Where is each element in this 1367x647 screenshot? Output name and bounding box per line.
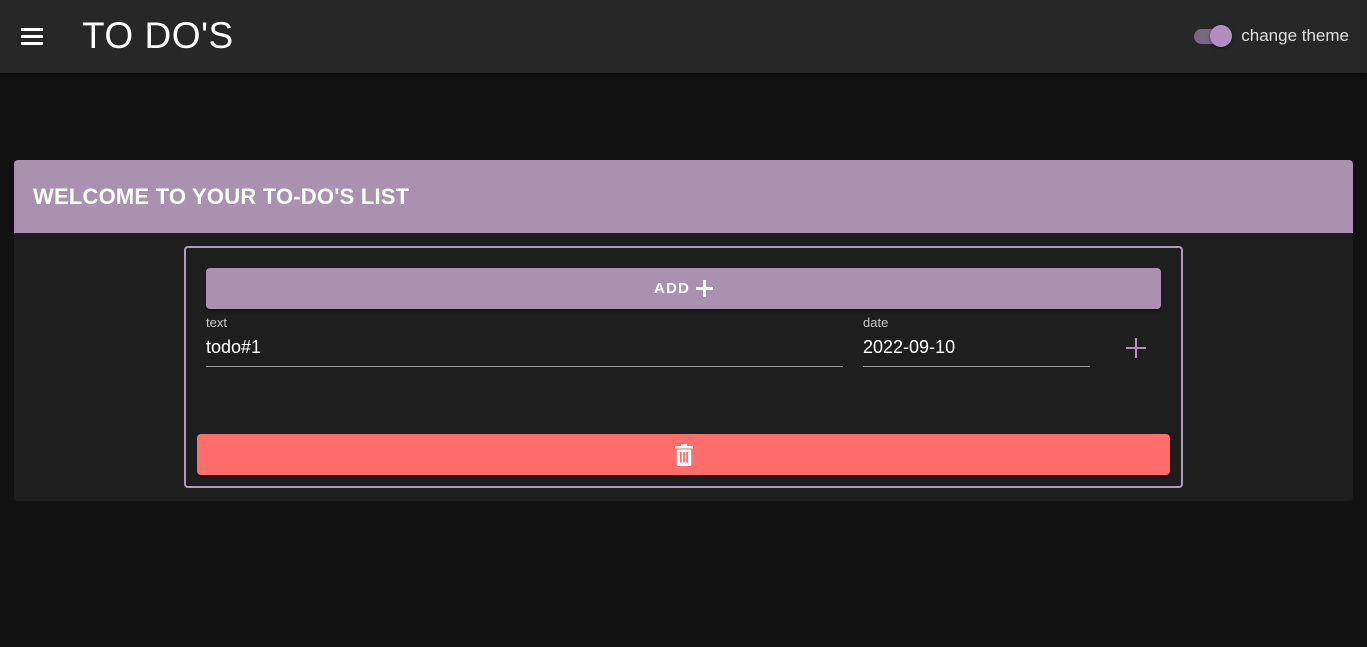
add-button[interactable]: ADD bbox=[206, 268, 1161, 309]
app-title: TO DO'S bbox=[82, 15, 234, 56]
add-button-label: ADD bbox=[653, 280, 691, 297]
theme-toggle: change theme bbox=[1189, 22, 1349, 50]
menu-icon-line bbox=[21, 41, 43, 45]
text-field: text bbox=[206, 314, 843, 367]
todo-card: WELCOME TO YOUR TO-DO'S LIST ADD text da… bbox=[14, 160, 1353, 501]
card-title: WELCOME TO YOUR TO-DO'S LIST bbox=[33, 183, 410, 209]
date-field: date bbox=[863, 314, 1090, 367]
text-field-label: text bbox=[206, 315, 227, 330]
date-field-label: date bbox=[863, 315, 889, 330]
app-bar: TO DO'S change theme bbox=[0, 0, 1367, 73]
add-date-button[interactable] bbox=[1122, 334, 1150, 362]
menu-icon-line bbox=[21, 27, 43, 31]
plus-icon bbox=[1126, 338, 1146, 358]
trash-icon bbox=[674, 443, 693, 466]
plus-icon bbox=[696, 280, 714, 297]
menu-icon-line bbox=[21, 34, 43, 38]
delete-button[interactable] bbox=[197, 434, 1170, 475]
card-header: WELCOME TO YOUR TO-DO'S LIST bbox=[14, 160, 1353, 233]
date-input[interactable] bbox=[863, 336, 1090, 367]
switch-thumb bbox=[1210, 25, 1233, 47]
menu-icon[interactable] bbox=[16, 20, 48, 52]
todo-item: ADD text date bbox=[184, 246, 1183, 488]
theme-toggle-label[interactable]: change theme bbox=[1241, 26, 1349, 46]
theme-switch[interactable] bbox=[1189, 22, 1235, 50]
text-input[interactable] bbox=[206, 336, 843, 367]
